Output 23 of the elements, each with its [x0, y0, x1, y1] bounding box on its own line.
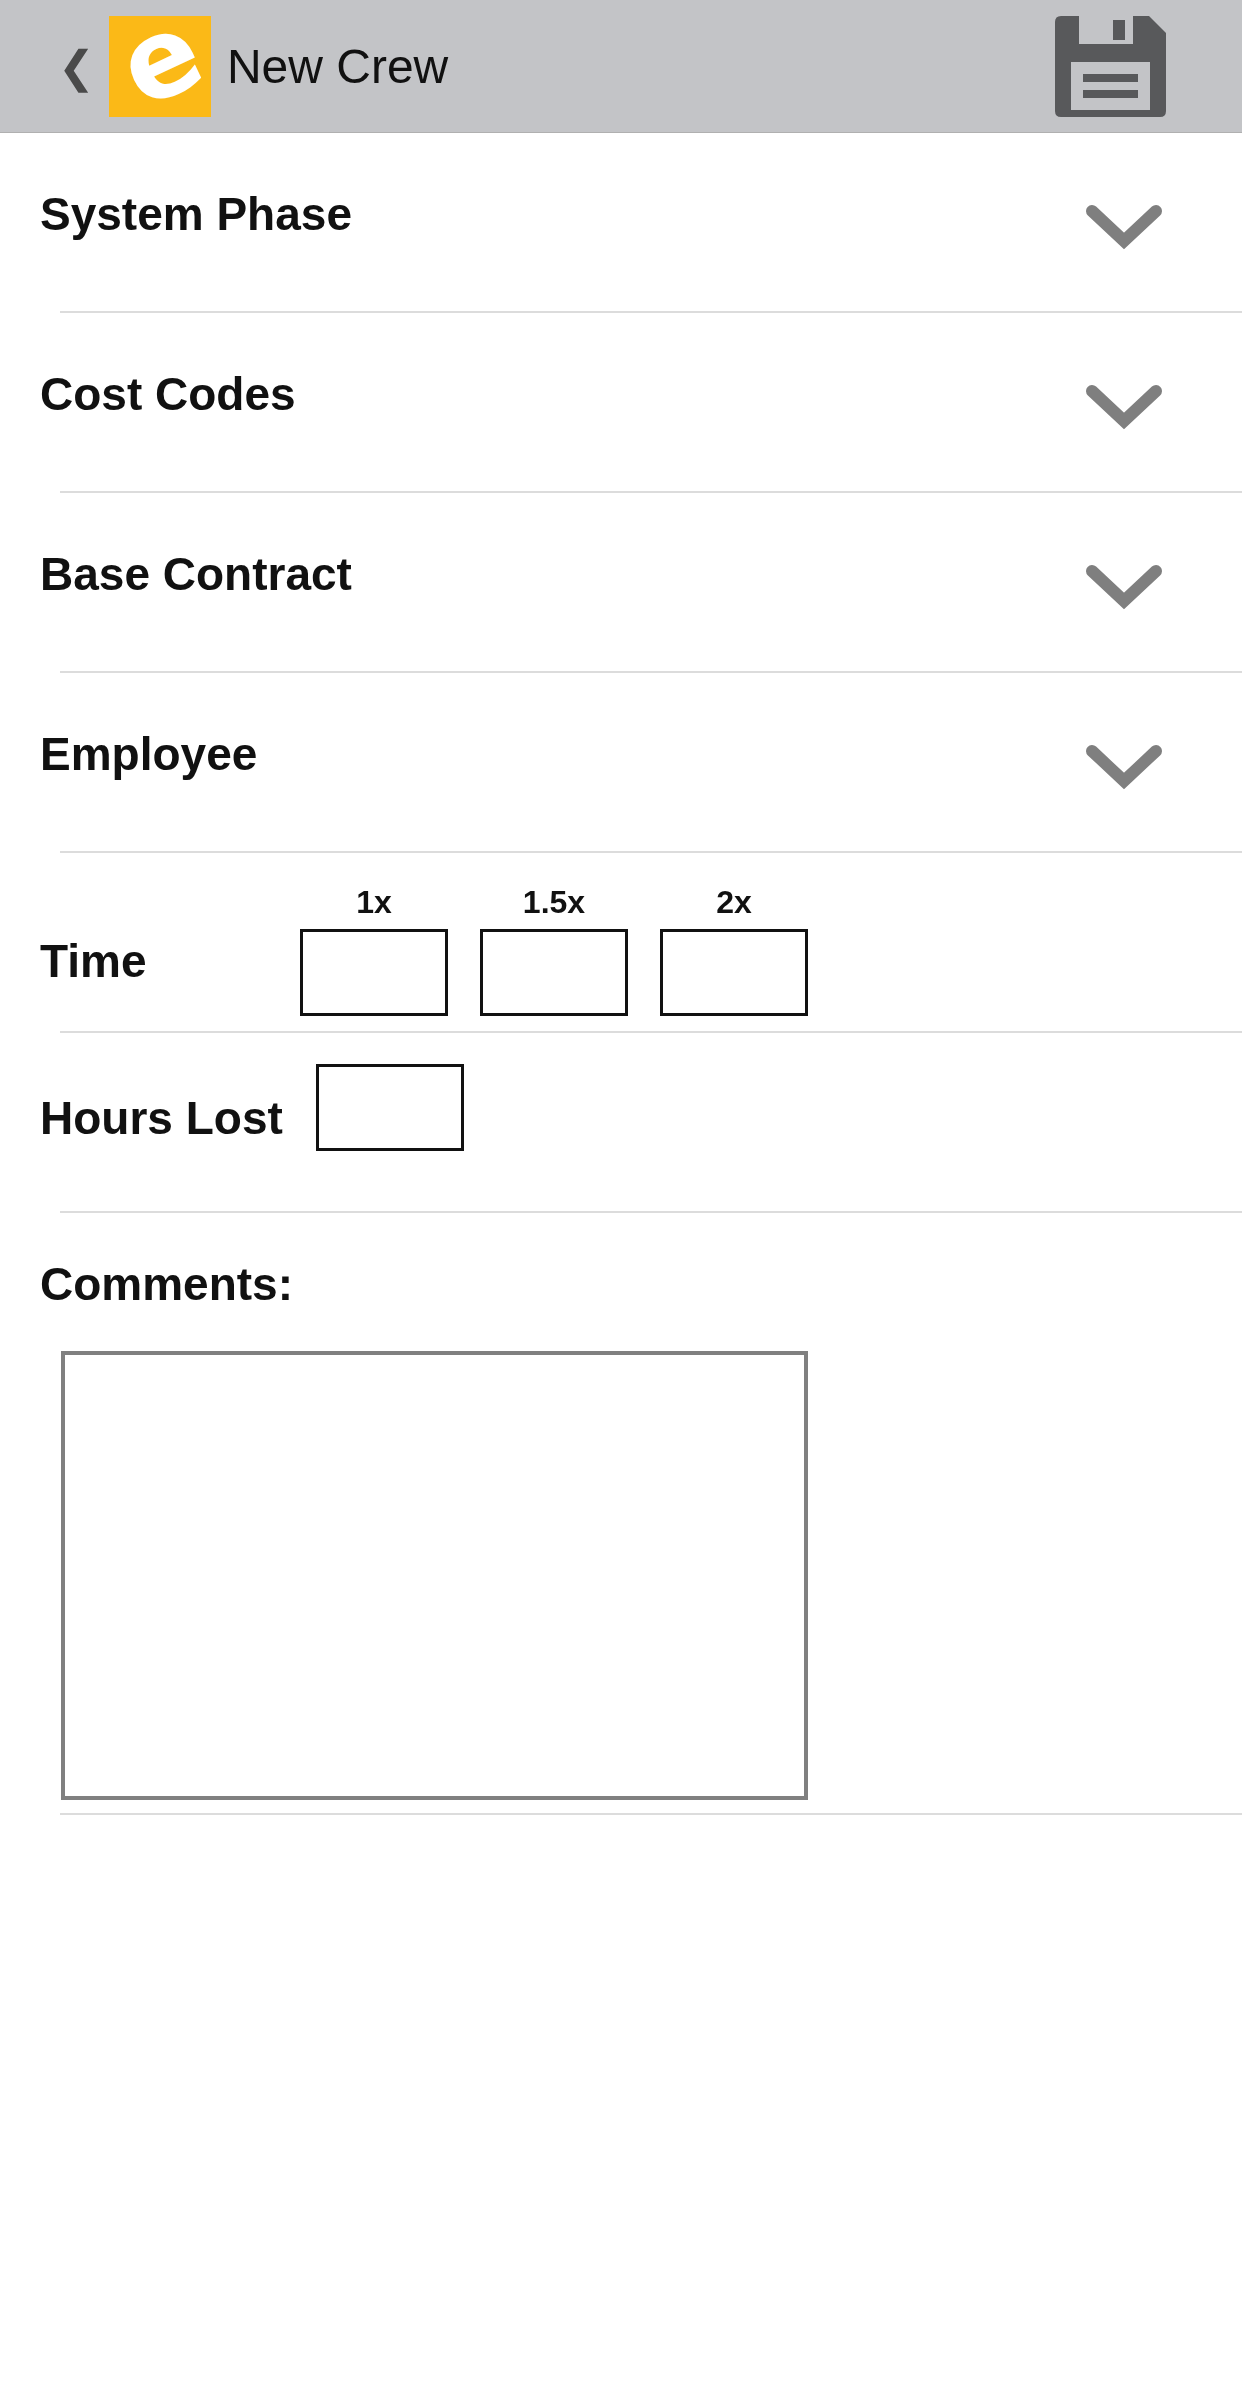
- page-title: New Crew: [226, 38, 450, 94]
- input-field[interactable]: [660, 929, 808, 1016]
- chevron-down-icon[interactable]: [1086, 203, 1162, 251]
- app-logo: e: [108, 15, 211, 117]
- input-field[interactable]: [300, 929, 448, 1016]
- input-field[interactable]: [480, 929, 628, 1016]
- field-label: Cost Codes: [40, 367, 296, 421]
- comments-label: Comments:: [40, 1257, 295, 1311]
- field-label: Employee: [40, 727, 258, 781]
- chevron-down-icon[interactable]: [1086, 383, 1162, 431]
- column-label: 1.5x: [522, 884, 586, 921]
- field-label: Time: [40, 934, 148, 988]
- field-label: Base Contract: [40, 547, 352, 601]
- save-button[interactable]: [1055, 15, 1166, 117]
- chevron-down-icon[interactable]: [1086, 563, 1162, 611]
- input-field[interactable]: [315, 1063, 464, 1151]
- chevron-down-icon[interactable]: [1086, 743, 1162, 791]
- column-label: 2x: [716, 884, 752, 921]
- comments-field[interactable]: [61, 1351, 808, 1800]
- field-label: Hours Lost: [40, 1091, 283, 1145]
- back-button[interactable]: ❮: [58, 40, 95, 92]
- field-label: System Phase: [40, 187, 352, 241]
- column-label: 1x: [356, 884, 392, 921]
